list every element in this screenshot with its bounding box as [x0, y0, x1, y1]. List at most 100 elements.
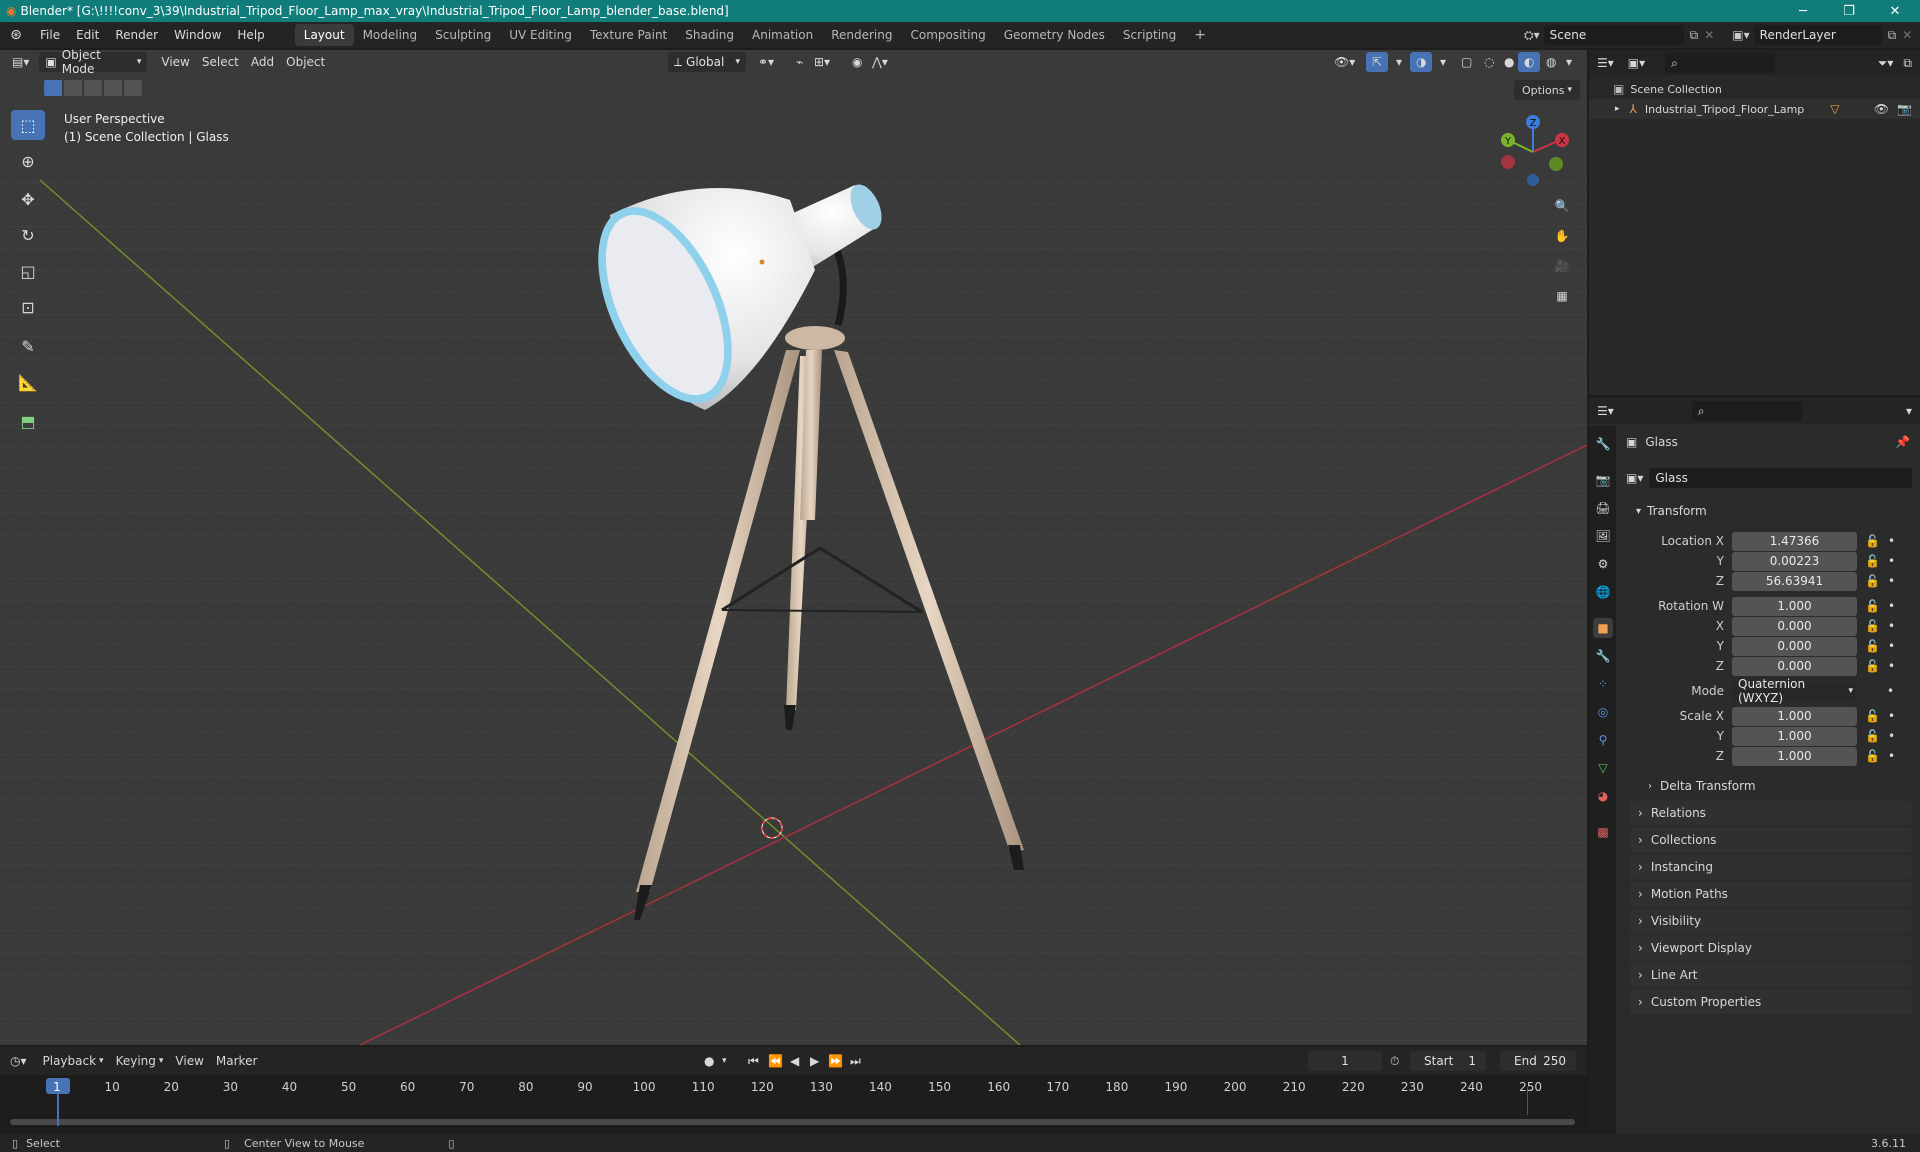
- lock-icon[interactable]: 🔓: [1865, 554, 1880, 568]
- snap-icon[interactable]: ⌁: [790, 52, 809, 72]
- scene-tab-icon[interactable]: ⚙: [1593, 554, 1613, 574]
- timeline-menu-marker[interactable]: Marker: [210, 1051, 263, 1071]
- add-cube-tool-icon[interactable]: ⬒: [11, 406, 45, 436]
- keyframe-dot-icon[interactable]: •: [1888, 749, 1895, 763]
- keyframe-dot-icon[interactable]: •: [1888, 639, 1895, 653]
- outliner-search-input[interactable]: ⌕: [1665, 53, 1776, 73]
- menu-render[interactable]: Render: [107, 22, 166, 48]
- scale-z-field[interactable]: 1.000: [1732, 746, 1857, 766]
- lock-icon[interactable]: 🔓: [1865, 729, 1880, 743]
- pivot-point-icon[interactable]: ⚭▾: [752, 52, 780, 72]
- blender-menu-icon[interactable]: ⊛: [0, 27, 32, 43]
- snap-target-icon[interactable]: ⊞▾: [808, 52, 836, 72]
- select-new-icon[interactable]: [44, 80, 62, 96]
- material-tab-icon[interactable]: ◕: [1593, 786, 1613, 806]
- panel-instancing[interactable]: › Instancing: [1630, 855, 1912, 879]
- delta-transform-subpanel[interactable]: › Delta Transform: [1642, 775, 1910, 797]
- falloff-icon[interactable]: ⋀▾: [866, 52, 894, 72]
- timeline-menu-view[interactable]: View: [169, 1051, 209, 1071]
- scale-tool-icon[interactable]: ◱: [11, 256, 45, 286]
- panel-custom-properties[interactable]: › Custom Properties: [1630, 990, 1912, 1014]
- expand-arrow-icon[interactable]: ▸: [1615, 104, 1620, 114]
- workspace-tab-texture-paint[interactable]: Texture Paint: [581, 24, 676, 46]
- start-frame-field[interactable]: Start 1: [1410, 1051, 1486, 1071]
- jump-keyframe-back-icon[interactable]: ⏪: [768, 1054, 783, 1068]
- object-data-tab-icon[interactable]: ▽: [1593, 758, 1613, 778]
- add-workspace-icon[interactable]: +: [1185, 24, 1215, 46]
- keyframe-dot-icon[interactable]: •: [1888, 709, 1895, 723]
- lock-icon[interactable]: 🔓: [1865, 659, 1880, 673]
- output-tab-icon[interactable]: 🖨: [1593, 498, 1613, 518]
- viewport-menu-view[interactable]: View: [155, 52, 195, 72]
- select-subtract-icon[interactable]: [84, 80, 102, 96]
- select-extend-icon[interactable]: [64, 80, 82, 96]
- lock-icon[interactable]: 🔓: [1865, 639, 1880, 653]
- rotation-w-field[interactable]: 1.000: [1732, 596, 1857, 616]
- scene-icon[interactable]: ⛭▾: [1524, 28, 1540, 43]
- lock-icon[interactable]: 🔓: [1865, 619, 1880, 633]
- keyframe-dot-icon[interactable]: •: [1888, 619, 1895, 633]
- rotation-x-field[interactable]: 0.000: [1732, 616, 1857, 636]
- panel-relations[interactable]: › Relations: [1630, 801, 1912, 825]
- zoom-view-icon[interactable]: 🔍: [1548, 192, 1576, 220]
- xray-toggle-icon[interactable]: ▢: [1455, 52, 1478, 72]
- transform-tool-icon[interactable]: ⊡: [11, 292, 45, 322]
- properties-search-input[interactable]: ⌕: [1691, 401, 1802, 421]
- scene-name-field[interactable]: Scene: [1543, 25, 1684, 45]
- 3d-viewport[interactable]: [0, 50, 1587, 1045]
- location-y-field[interactable]: 0.00223: [1732, 551, 1857, 571]
- timeline-menu-keying[interactable]: Keying ▾: [110, 1051, 170, 1071]
- view-layer-tab-icon[interactable]: 🖼: [1593, 526, 1613, 546]
- gizmo-neg-x-icon[interactable]: [1501, 155, 1515, 169]
- tool-tab-icon[interactable]: 🔧: [1593, 434, 1613, 454]
- options-dropdown[interactable]: Options ▾: [1514, 80, 1580, 100]
- timeline-menu-playback[interactable]: Playback ▾: [37, 1051, 110, 1071]
- location-x-field[interactable]: 1.47366: [1732, 531, 1857, 551]
- lock-icon[interactable]: 🔓: [1865, 599, 1880, 613]
- properties-editor-type-icon[interactable]: ☰▾: [1597, 404, 1614, 418]
- mode-dropdown[interactable]: ▣ Object Mode ▾: [39, 48, 148, 76]
- physics-tab-icon[interactable]: ◎: [1593, 702, 1613, 722]
- stopwatch-icon[interactable]: ⏱: [1390, 1054, 1399, 1069]
- jump-start-icon[interactable]: ⏮: [748, 1054, 759, 1069]
- rotation-mode-dropdown[interactable]: Quaternion (WXYZ) ▾: [1732, 677, 1857, 705]
- workspace-tab-geometry-nodes[interactable]: Geometry Nodes: [995, 24, 1114, 46]
- lock-icon[interactable]: 🔓: [1865, 749, 1880, 763]
- pin-icon[interactable]: 📌: [1895, 435, 1910, 449]
- jump-end-icon[interactable]: ⏭: [850, 1054, 861, 1069]
- filter-icon[interactable]: ⏷▾: [1878, 56, 1894, 71]
- outliner-scene-collection[interactable]: ▣ Scene Collection: [1613, 80, 1722, 98]
- visibility-filter-icon[interactable]: 👁▾: [1328, 52, 1361, 72]
- shading-material-icon[interactable]: ◐: [1518, 52, 1541, 72]
- keyframe-dot-icon[interactable]: •: [1887, 684, 1894, 698]
- minimize-button[interactable]: ─: [1780, 0, 1826, 22]
- workspace-tab-scripting[interactable]: Scripting: [1114, 24, 1185, 46]
- workspace-tab-shading[interactable]: Shading: [676, 24, 743, 46]
- object-data-icon[interactable]: ▽: [1830, 102, 1839, 116]
- workspace-tab-animation[interactable]: Animation: [743, 24, 822, 46]
- workspace-tab-sculpting[interactable]: Sculpting: [426, 24, 500, 46]
- select-intersect-icon[interactable]: [124, 80, 142, 96]
- cursor-tool-icon[interactable]: ⊕: [11, 146, 45, 176]
- lock-icon[interactable]: 🔓: [1865, 709, 1880, 723]
- select-box-tool-icon[interactable]: ⬚: [11, 110, 45, 140]
- render-camera-icon[interactable]: 📷: [1897, 102, 1912, 116]
- shading-dropdown-icon[interactable]: ▾: [1560, 52, 1578, 72]
- render-tab-icon[interactable]: 📷: [1593, 470, 1613, 490]
- panel-motion-paths[interactable]: › Motion Paths: [1630, 882, 1912, 906]
- timeline-editor-type-icon[interactable]: ◷▾: [10, 1054, 27, 1068]
- overlays-dropdown-icon[interactable]: ▾: [1434, 52, 1452, 72]
- rotate-tool-icon[interactable]: ↻: [11, 220, 45, 250]
- maximize-button[interactable]: ❐: [1826, 0, 1872, 22]
- lock-icon[interactable]: 🔓: [1865, 574, 1880, 588]
- lock-icon[interactable]: 🔓: [1865, 534, 1880, 548]
- menu-file[interactable]: File: [32, 22, 68, 48]
- camera-view-icon[interactable]: 🎥: [1548, 252, 1576, 280]
- gizmo-neg-y-icon[interactable]: [1549, 157, 1563, 171]
- annotate-tool-icon[interactable]: ✎: [11, 331, 45, 361]
- move-tool-icon[interactable]: ✥: [11, 184, 45, 214]
- properties-options-icon[interactable]: ▾: [1906, 404, 1912, 418]
- keyframe-dot-icon[interactable]: •: [1888, 659, 1895, 673]
- new-collection-icon[interactable]: ⧉: [1903, 56, 1912, 71]
- keyframe-dot-icon[interactable]: •: [1888, 534, 1895, 548]
